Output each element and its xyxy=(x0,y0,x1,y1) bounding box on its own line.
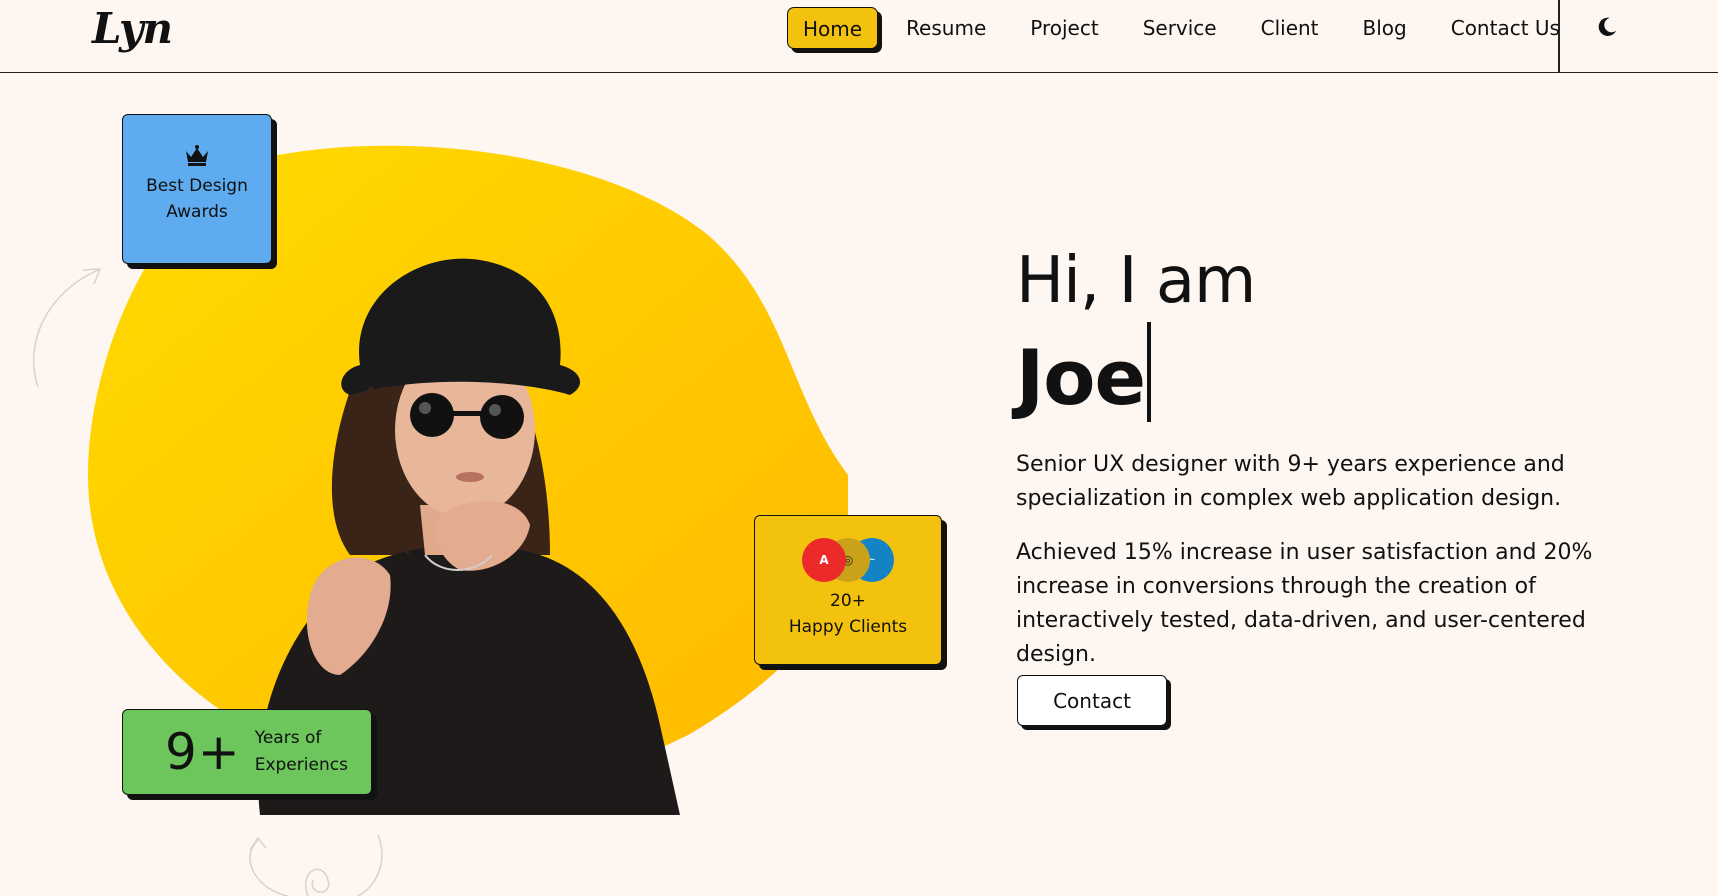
portfolio-page: Lyn Home Resume Project Service Client B… xyxy=(0,0,1718,896)
loop-doodle-icon xyxy=(249,834,383,896)
years-number: 9+ xyxy=(165,723,241,781)
awards-label: Best Design Awards xyxy=(146,176,248,222)
header-divider xyxy=(1558,0,1560,73)
client-logos: A ◎ ~ xyxy=(798,538,898,582)
typing-caret xyxy=(1147,322,1152,422)
hero-achievement: Achieved 15% increase in user satisfacti… xyxy=(1016,540,1593,667)
clients-count: 20+ xyxy=(830,591,866,611)
nav-service[interactable]: Service xyxy=(1121,7,1239,49)
nav-resume[interactable]: Resume xyxy=(884,7,1008,49)
hero-summary: Senior UX designer with 9+ years experie… xyxy=(1016,452,1565,511)
hero-name-wrap: Joe xyxy=(1016,322,1152,423)
nav-project[interactable]: Project xyxy=(1008,7,1120,49)
hero-greeting: Hi, I am xyxy=(1016,244,1256,318)
clients-label: Happy Clients xyxy=(788,617,908,637)
contact-button[interactable]: Contact xyxy=(1017,675,1167,726)
nav-client[interactable]: Client xyxy=(1239,7,1341,49)
main-nav: Home Resume Project Service Client Blog … xyxy=(787,7,1582,49)
happy-clients-card: A ◎ ~ 20+ Happy Clients xyxy=(754,515,942,665)
nav-home[interactable]: Home xyxy=(787,7,879,49)
hero-name: Joe xyxy=(1016,333,1146,422)
adobe-logo-icon: A xyxy=(802,538,846,582)
years-experience-card: 9+ Years of Experiencs xyxy=(122,709,372,795)
top-navbar: Lyn Home Resume Project Service Client B… xyxy=(0,0,1718,73)
years-label: Years of Experiencs xyxy=(254,728,348,775)
best-design-awards-card: Best Design Awards xyxy=(122,114,272,264)
nav-blog[interactable]: Blog xyxy=(1341,7,1429,49)
site-logo[interactable]: Lyn xyxy=(92,4,173,53)
crown-icon xyxy=(186,145,208,166)
moon-icon[interactable] xyxy=(1596,16,1618,38)
